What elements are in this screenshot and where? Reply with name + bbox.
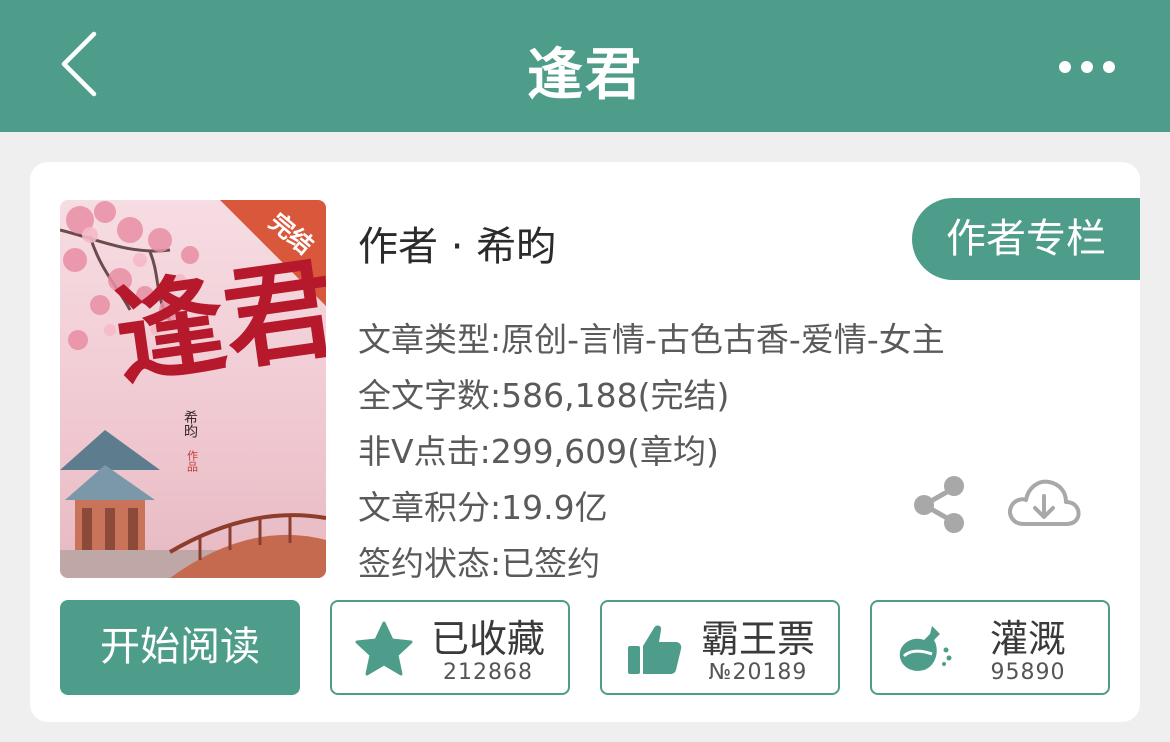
author-name[interactable]: 作者 · 希昀 (358, 214, 556, 272)
cover-illustration: 完结 逢君 希昀 作品 (60, 200, 326, 578)
water-button[interactable]: 灌溉 95890 (870, 600, 1110, 695)
top-bar: 逢君 (0, 0, 1170, 132)
book-info-list: 文章类型:原创-言情-古色古香-爱情-女主 全文字数:586,188(完结) 非… (358, 312, 945, 592)
more-icon (1059, 61, 1115, 73)
share-icon (914, 476, 964, 533)
info-sign-status: 签约状态:已签约 (358, 544, 601, 583)
share-button[interactable] (910, 472, 970, 536)
page-title: 逢君 (527, 43, 643, 108)
more-button[interactable] (1052, 52, 1122, 82)
cloud-download-icon (1008, 479, 1081, 526)
ticket-label: 霸王票 (700, 617, 815, 661)
start-reading-button[interactable]: 开始阅读 (60, 600, 300, 695)
info-clicks: 非V点击:299,609(章均) (358, 432, 719, 471)
watering-flask-icon (899, 626, 952, 671)
book-info-card: 完结 逢君 希昀 作品 作者 · 希昀 作者专栏 文章类型:原创-言情-古色古香… (30, 162, 1140, 722)
ticket-button[interactable]: 霸王票 №20189 (600, 600, 840, 695)
download-button[interactable] (1004, 472, 1084, 536)
water-label: 灌溉 (989, 617, 1066, 661)
info-category: 文章类型:原创-言情-古色古香-爱情-女主 (358, 320, 945, 359)
water-count: 95890 (990, 660, 1066, 685)
cover-author-text: 希昀 (182, 410, 198, 439)
cover-suffix-text: 作品 (186, 450, 199, 472)
star-icon (355, 621, 413, 676)
author-column-button[interactable]: 作者专栏 (912, 198, 1140, 280)
favorite-label: 已收藏 (430, 617, 545, 661)
ticket-count: №20189 (708, 660, 808, 685)
favorite-button[interactable]: 已收藏 212868 (330, 600, 570, 695)
book-cover[interactable]: 完结 逢君 希昀 作品 (60, 200, 326, 578)
thumbs-up-icon (628, 625, 682, 674)
info-word-count: 全文字数:586,188(完结) (358, 376, 730, 415)
favorite-count: 212868 (443, 660, 533, 685)
info-score: 文章积分:19.9亿 (358, 488, 608, 527)
